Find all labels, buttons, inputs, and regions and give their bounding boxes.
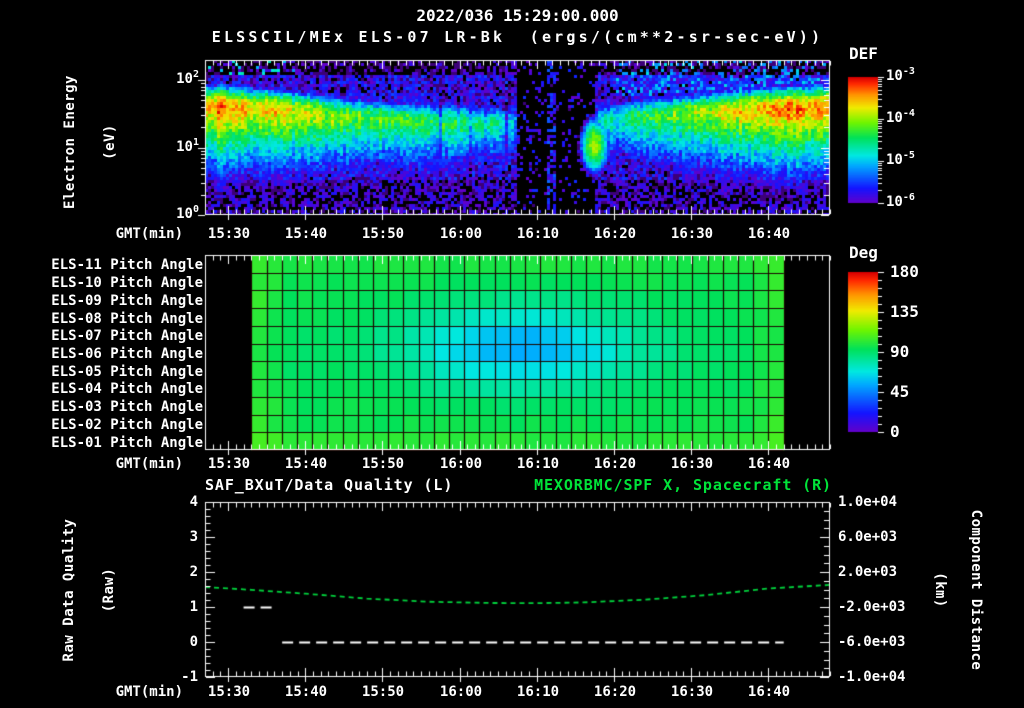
quality-tick-label: 3 (189, 529, 198, 545)
def-colorbar-tick-label: 10-5 (886, 150, 915, 168)
component-distance-axis-title: Component Distance (km) (932, 509, 984, 671)
x-tick-label-row2: 16:30 (670, 456, 714, 472)
deg-colorbar-tick-label: 180 (890, 262, 919, 281)
x-tick-label-row3: 16:10 (516, 684, 560, 700)
x-tick-label-row1: 16:20 (593, 226, 637, 242)
gmt-axis-label-3: GMT(min) (115, 684, 183, 700)
x-tick-label-row1: 16:40 (747, 226, 791, 242)
quality-tick-label: 2 (189, 564, 198, 580)
deg-colorbar-tick-label: 135 (890, 302, 919, 321)
plot-timestamp-title: 2022/036 15:29:00.000 (416, 6, 619, 25)
distance-tick-label: 6.0e+03 (838, 529, 898, 545)
def-colorbar-tick-label: 10-3 (886, 66, 915, 84)
x-tick-label-row2: 15:40 (284, 456, 328, 472)
x-tick-label-row1: 16:30 (670, 226, 714, 242)
els-row-label: ELS-07 Pitch Angle (51, 328, 203, 345)
x-tick-label-row1: 15:50 (361, 226, 405, 242)
quality-tick-label: 1 (189, 599, 198, 615)
x-tick-label-row3: 16:20 (593, 684, 637, 700)
energy-axis-title: Electron Energy (eV) (62, 75, 118, 209)
spacecraft-series-title: MEXORBMC/SPF X, Spacecraft (R) (534, 476, 832, 494)
x-tick-label-row3: 15:30 (207, 684, 251, 700)
deg-colorbar-tick-label: 0 (890, 422, 900, 441)
energy-tick-label: 100 (176, 204, 199, 222)
plot-screen: 2022/036 15:29:00.000 ELSSCIL/MEx ELS-07… (0, 0, 1024, 708)
els-row-label: ELS-09 Pitch Angle (51, 292, 203, 309)
els-row-label: ELS-08 Pitch Angle (51, 310, 203, 327)
deg-colorbar-tick-label: 45 (890, 382, 910, 401)
els-row-label: ELS-03 Pitch Angle (51, 399, 203, 416)
distance-tick-label: -1.0e+04 (838, 669, 906, 685)
def-colorbar-tick-label: 10-4 (886, 108, 915, 126)
energy-spectrogram-canvas (197, 52, 838, 223)
els-row-label: ELS-06 Pitch Angle (51, 346, 203, 363)
def-colorbar-tick-label: 10-6 (886, 192, 915, 210)
pitch-angle-canvas (197, 247, 838, 458)
plot-subtitle: ELSSCIL/MEx ELS-07 LR-Bk (ergs/(cm**2-sr… (211, 28, 824, 46)
distance-tick-label: -6.0e+03 (838, 634, 906, 650)
quality-tick-label: -1 (181, 669, 198, 685)
deg-colorbar (846, 268, 892, 436)
x-tick-label-row2: 15:50 (361, 456, 405, 472)
def-colorbar-title: DEF (849, 44, 878, 63)
x-tick-label-row2: 15:30 (207, 456, 251, 472)
x-tick-label-row2: 16:00 (439, 456, 483, 472)
deg-colorbar-tick-label: 90 (890, 342, 910, 361)
energy-tick-label: 102 (176, 69, 199, 87)
quality-tick-label: 0 (189, 634, 198, 650)
distance-tick-label: 1.0e+04 (838, 494, 898, 510)
energy-tick-label: 101 (176, 136, 199, 155)
x-tick-label-row2: 16:20 (593, 456, 637, 472)
els-row-label: ELS-04 Pitch Angle (51, 381, 203, 398)
x-tick-label-row3: 16:30 (670, 684, 714, 700)
x-tick-label-row3: 16:40 (747, 684, 791, 700)
quality-series-title: SAF_BXuT/Data Quality (L) (205, 476, 454, 494)
els-row-label: ELS-02 Pitch Angle (51, 416, 203, 433)
els-row-label: ELS-11 Pitch Angle (51, 257, 203, 274)
x-tick-label-row2: 16:40 (747, 456, 791, 472)
def-colorbar (846, 73, 892, 207)
x-tick-label-row1: 16:00 (439, 226, 483, 242)
x-tick-label-row1: 16:10 (516, 226, 560, 242)
quality-tick-label: 4 (189, 494, 198, 510)
x-tick-label-row2: 16:10 (516, 456, 560, 472)
x-tick-label-row1: 15:30 (207, 226, 251, 242)
deg-colorbar-title: Deg (849, 243, 878, 262)
gmt-axis-label-1: GMT(min) (115, 226, 183, 242)
els-row-label: ELS-10 Pitch Angle (51, 275, 203, 292)
x-tick-label-row3: 16:00 (439, 684, 483, 700)
els-row-label: ELS-01 Pitch Angle (51, 434, 203, 451)
distance-tick-label: 2.0e+03 (838, 564, 898, 580)
bottom-panel-titles: SAF_BXuT/Data Quality (L) MEXORBMC/SPF X… (205, 476, 832, 494)
x-tick-label-row1: 15:40 (284, 226, 328, 242)
raw-quality-axis-title: Raw Data Quality (Raw) (61, 518, 117, 662)
gmt-axis-label-2: GMT(min) (115, 456, 183, 472)
x-tick-label-row3: 15:40 (284, 684, 328, 700)
x-tick-label-row3: 15:50 (361, 684, 405, 700)
els-row-label: ELS-05 Pitch Angle (51, 363, 203, 380)
quality-distance-canvas (197, 494, 838, 685)
distance-tick-label: -2.0e+03 (838, 599, 906, 615)
